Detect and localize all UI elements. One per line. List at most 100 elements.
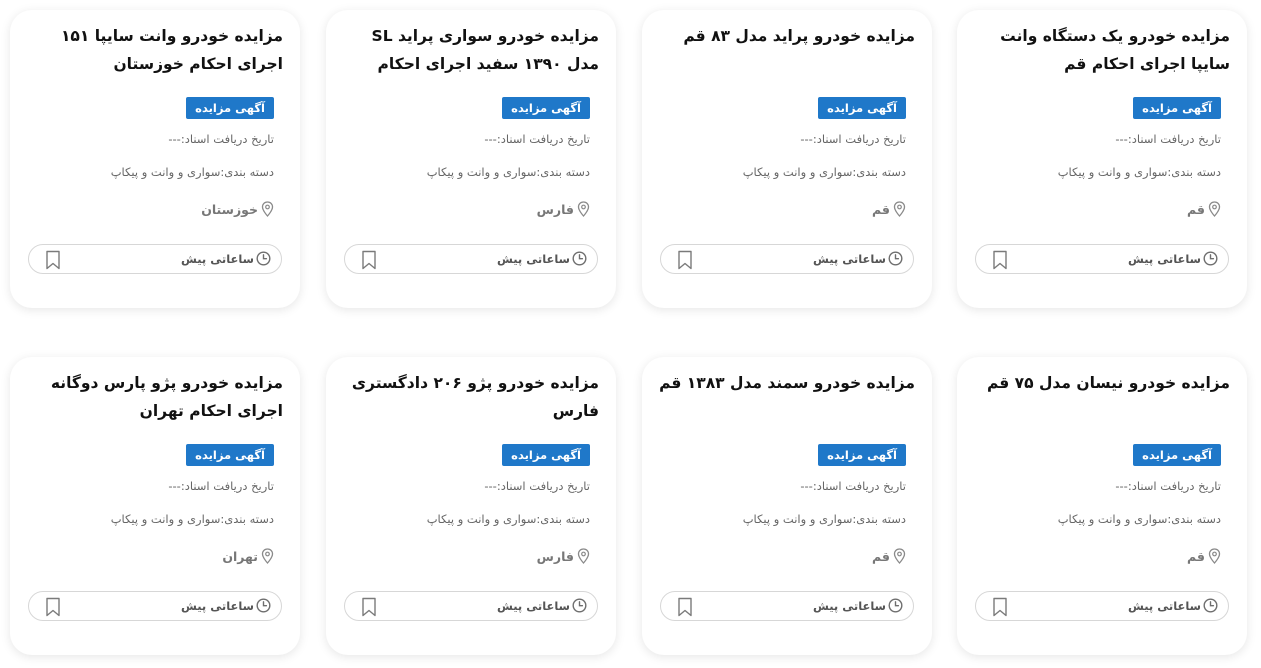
auction-card[interactable]: مزایده خودرو سواری پراید SL مدل ۱۳۹۰ سفی… [326, 10, 616, 308]
location-pin-icon [893, 201, 906, 217]
documents-date: تاریخ دریافت اسناد:--- [168, 479, 274, 493]
card-title[interactable]: مزایده خودرو یک دستگاه وانت سایپا اجرای … [971, 22, 1230, 78]
auction-badge[interactable]: آگهی مزایده [502, 444, 590, 466]
posted-time: ساعاتی پیش [813, 251, 903, 266]
auction-card[interactable]: مزایده خودرو پژو ۲۰۶ دادگستری فارس آگهی … [326, 357, 616, 655]
location: فارس [537, 201, 590, 217]
documents-date: تاریخ دریافت اسناد:--- [484, 132, 590, 146]
card-title[interactable]: مزایده خودرو پراید مدل ۸۳ قم [656, 22, 915, 78]
location-label: فارس [536, 548, 574, 564]
category: دسته بندی:سواری و وانت و پیکاپ [426, 512, 590, 526]
location-pin-icon [261, 201, 274, 217]
documents-date: تاریخ دریافت اسناد:--- [800, 479, 906, 493]
category: دسته بندی:سواری و وانت و پیکاپ [110, 165, 274, 179]
category: دسته بندی:سواری و وانت و پیکاپ [1057, 165, 1221, 179]
clock-icon [888, 251, 903, 266]
auction-badge[interactable]: آگهی مزایده [502, 97, 590, 119]
posted-time: ساعاتی پیش [813, 598, 903, 613]
posted-time-label: ساعاتی پیش [1127, 598, 1201, 613]
location-pin-icon [577, 201, 590, 217]
location: فارس [537, 548, 590, 564]
posted-time: ساعاتی پیش [181, 251, 271, 266]
category: دسته بندی:سواری و وانت و پیکاپ [742, 512, 906, 526]
documents-date: تاریخ دریافت اسناد:--- [800, 132, 906, 146]
location-label: قم [1187, 201, 1205, 217]
card-title[interactable]: مزایده خودرو سواری پراید SL مدل ۱۳۹۰ سفی… [340, 22, 599, 78]
auction-badge[interactable]: آگهی مزایده [1133, 97, 1221, 119]
location: تهران [222, 548, 274, 564]
bookmark-icon[interactable] [677, 250, 693, 270]
location-pin-icon [1208, 548, 1221, 564]
card-footer: ساعاتی پیش [344, 244, 598, 274]
card-footer: ساعاتی پیش [975, 244, 1229, 274]
posted-time: ساعاتی پیش [497, 598, 587, 613]
location: قم [1187, 548, 1221, 564]
bookmark-icon[interactable] [361, 250, 377, 270]
card-footer: ساعاتی پیش [660, 244, 914, 274]
posted-time: ساعاتی پیش [1128, 251, 1218, 266]
location-pin-icon [261, 548, 274, 564]
bookmark-icon[interactable] [45, 250, 61, 270]
auction-badge[interactable]: آگهی مزایده [186, 97, 274, 119]
category: دسته بندی:سواری و وانت و پیکاپ [426, 165, 590, 179]
posted-time-label: ساعاتی پیش [496, 598, 570, 613]
posted-time-label: ساعاتی پیش [496, 251, 570, 266]
auction-card[interactable]: مزایده خودرو پراید مدل ۸۳ قم آگهی مزایده… [642, 10, 932, 308]
category: دسته بندی:سواری و وانت و پیکاپ [1057, 512, 1221, 526]
bookmark-icon[interactable] [992, 597, 1008, 617]
clock-icon [572, 598, 587, 613]
location-pin-icon [577, 548, 590, 564]
location-label: فارس [536, 201, 574, 217]
auction-card[interactable]: مزایده خودرو وانت سایپا ۱۵۱ اجرای احکام … [10, 10, 300, 308]
location: قم [872, 548, 906, 564]
location-label: قم [872, 201, 890, 217]
card-footer: ساعاتی پیش [28, 244, 282, 274]
category: دسته بندی:سواری و وانت و پیکاپ [742, 165, 906, 179]
bookmark-icon[interactable] [361, 597, 377, 617]
card-footer: ساعاتی پیش [28, 591, 282, 621]
auction-card[interactable]: مزایده خودرو نیسان مدل ۷۵ قم آگهی مزایده… [957, 357, 1247, 655]
posted-time: ساعاتی پیش [1128, 598, 1218, 613]
clock-icon [256, 598, 271, 613]
location-pin-icon [893, 548, 906, 564]
location-label: خوزستان [201, 201, 258, 217]
card-title[interactable]: مزایده خودرو وانت سایپا ۱۵۱ اجرای احکام … [24, 22, 283, 78]
bookmark-icon[interactable] [45, 597, 61, 617]
documents-date: تاریخ دریافت اسناد:--- [484, 479, 590, 493]
clock-icon [256, 251, 271, 266]
location: قم [872, 201, 906, 217]
posted-time-label: ساعاتی پیش [812, 251, 886, 266]
card-title[interactable]: مزایده خودرو پژو ۲۰۶ دادگستری فارس [340, 369, 599, 425]
card-title[interactable]: مزایده خودرو سمند مدل ۱۳۸۳ قم [656, 369, 915, 425]
posted-time-label: ساعاتی پیش [180, 598, 254, 613]
bookmark-icon[interactable] [677, 597, 693, 617]
auction-card[interactable]: مزایده خودرو سمند مدل ۱۳۸۳ قم آگهی مزاید… [642, 357, 932, 655]
posted-time-label: ساعاتی پیش [1127, 251, 1201, 266]
clock-icon [1203, 598, 1218, 613]
posted-time-label: ساعاتی پیش [812, 598, 886, 613]
auction-badge[interactable]: آگهی مزایده [1133, 444, 1221, 466]
location-label: تهران [222, 548, 258, 564]
card-title[interactable]: مزایده خودرو پژو پارس دوگانه اجرای احکام… [24, 369, 283, 425]
documents-date: تاریخ دریافت اسناد:--- [1115, 479, 1221, 493]
location-label: قم [1187, 548, 1205, 564]
card-title[interactable]: مزایده خودرو نیسان مدل ۷۵ قم [971, 369, 1230, 425]
location-label: قم [872, 548, 890, 564]
posted-time: ساعاتی پیش [497, 251, 587, 266]
auction-card[interactable]: مزایده خودرو یک دستگاه وانت سایپا اجرای … [957, 10, 1247, 308]
documents-date: تاریخ دریافت اسناد:--- [168, 132, 274, 146]
bookmark-icon[interactable] [992, 250, 1008, 270]
auction-card[interactable]: مزایده خودرو پژو پارس دوگانه اجرای احکام… [10, 357, 300, 655]
clock-icon [572, 251, 587, 266]
location-pin-icon [1208, 201, 1221, 217]
auction-badge[interactable]: آگهی مزایده [818, 444, 906, 466]
card-footer: ساعاتی پیش [660, 591, 914, 621]
auction-cards-grid: مزایده خودرو یک دستگاه وانت سایپا اجرای … [0, 0, 1261, 668]
clock-icon [1203, 251, 1218, 266]
auction-badge[interactable]: آگهی مزایده [818, 97, 906, 119]
documents-date: تاریخ دریافت اسناد:--- [1115, 132, 1221, 146]
clock-icon [888, 598, 903, 613]
posted-time: ساعاتی پیش [181, 598, 271, 613]
card-footer: ساعاتی پیش [344, 591, 598, 621]
auction-badge[interactable]: آگهی مزایده [186, 444, 274, 466]
